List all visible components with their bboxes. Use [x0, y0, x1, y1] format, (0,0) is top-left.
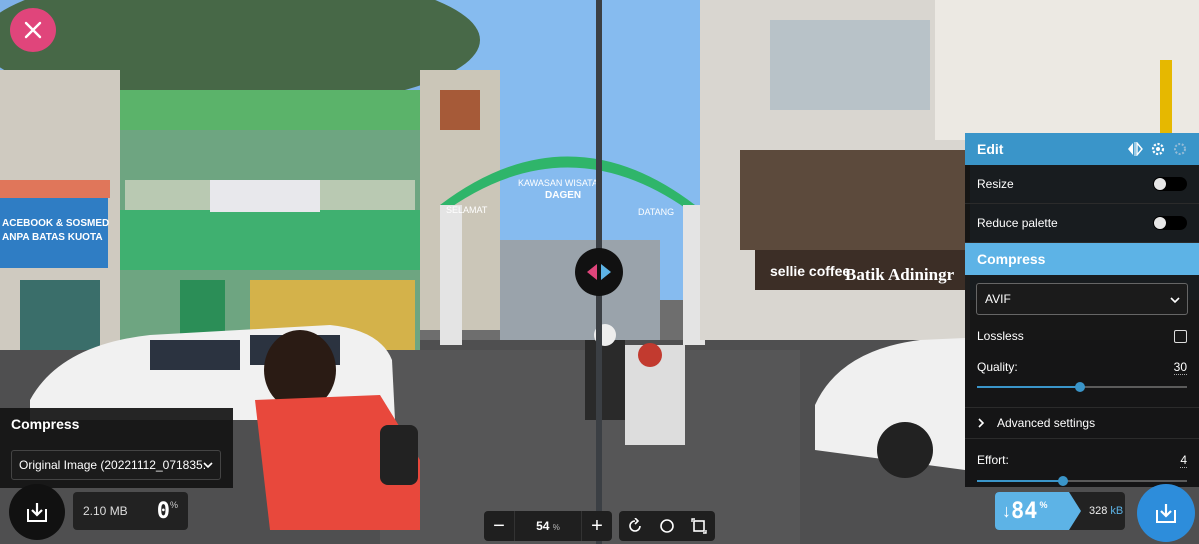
effort-slider-thumb[interactable]: [1058, 476, 1069, 486]
reduction-percent: 84: [1011, 498, 1038, 524]
codec-select[interactable]: AVIF: [976, 283, 1188, 315]
reduction-percent-unit: %: [1039, 500, 1048, 510]
quality-value[interactable]: 30: [1173, 360, 1187, 375]
effort-label: Effort:: [977, 453, 1009, 467]
resize-label: Resize: [977, 177, 1014, 191]
close-icon: [24, 21, 42, 39]
arrow-left-icon: [587, 264, 597, 280]
quality-row: Quality: 30: [965, 357, 1199, 377]
effort-value[interactable]: 4: [1180, 453, 1187, 468]
original-size: 2.10 MB: [83, 504, 128, 518]
view-tools: [619, 511, 715, 541]
quality-label: Quality:: [977, 360, 1018, 374]
resize-toggle[interactable]: [1153, 177, 1187, 191]
arch-text-top: KAWASAN WISATA: [518, 178, 598, 188]
background-toggle-button[interactable]: [653, 512, 681, 540]
cafe-sign-text: sellie coffee: [770, 263, 850, 279]
chevron-down-icon: [1170, 297, 1180, 304]
download-original-button[interactable]: [9, 484, 65, 540]
right-options-panel: Edit Resize Reduce palette Compress AVIF…: [965, 133, 1199, 487]
arch-text-right: DATANG: [638, 207, 674, 217]
fit-view-button[interactable]: [685, 512, 713, 540]
original-percent: 0: [156, 498, 170, 524]
left-format-select[interactable]: Original Image (20221112_071835.: [11, 450, 221, 480]
quality-slider-thumb[interactable]: [1074, 382, 1085, 392]
advanced-settings-label: Advanced settings: [997, 416, 1096, 430]
result-size-value: 328: [1089, 505, 1108, 517]
arch-text-mid: DAGEN: [545, 190, 581, 201]
original-percent-unit: %: [169, 500, 178, 510]
rotate-button[interactable]: [621, 512, 649, 540]
lossless-label: Lossless: [977, 329, 1024, 343]
download-compressed-button[interactable]: [1137, 484, 1195, 542]
rotate-icon: [629, 518, 641, 532]
zoom-unit: %: [552, 523, 560, 532]
zoom-value: 54: [536, 519, 550, 533]
lossless-checkbox[interactable]: [1174, 329, 1187, 343]
edit-header: Edit: [965, 133, 1199, 165]
crop-icon: [691, 518, 707, 534]
download-icon: [1156, 504, 1176, 523]
left-format-value: Original Image (20221112_071835.: [19, 458, 207, 472]
result-size: 328 kB: [1089, 505, 1123, 517]
arch-text-left: SELAMAT: [446, 205, 488, 215]
shop-sign-text-2: ANPA BATAS KUOTA: [2, 232, 103, 243]
compress-title: Compress: [965, 243, 1199, 275]
shop-sign-text-1: ACEBOOK & SOSMED: [2, 218, 109, 229]
lossless-row[interactable]: Lossless: [965, 315, 1199, 357]
zoom-out-button[interactable]: −: [484, 511, 514, 541]
result-size-unit: kB: [1110, 505, 1124, 517]
arrow-right-icon: [601, 264, 611, 280]
reduce-palette-label: Reduce palette: [977, 216, 1058, 230]
result-size-box: ↓ 84 % 328 kB: [995, 492, 1125, 530]
left-options-panel: Compress Original Image (20221112_071835…: [0, 408, 233, 488]
zoom-in-button[interactable]: +: [582, 511, 612, 541]
zoom-controls: − 54 % +: [484, 511, 612, 541]
reduce-palette-row[interactable]: Reduce palette: [965, 204, 1199, 243]
chevron-down-icon: [203, 462, 213, 469]
effort-row: Effort: 4: [965, 445, 1199, 475]
quality-slider[interactable]: [977, 381, 1187, 393]
advanced-settings-toggle[interactable]: Advanced settings: [965, 407, 1199, 439]
zoom-level[interactable]: 54 %: [514, 511, 582, 541]
reduce-palette-toggle[interactable]: [1153, 216, 1187, 230]
circle-icon: [660, 519, 674, 533]
copy-settings-icon[interactable]: [1127, 142, 1143, 156]
split-handle[interactable]: [575, 248, 623, 296]
save-settings-icon[interactable]: [1173, 142, 1187, 156]
chevron-right-icon: [978, 418, 985, 428]
size-reduction-badge: ↓ 84 %: [995, 492, 1081, 530]
original-size-box: 2.10 MB 0 %: [73, 492, 188, 530]
close-button[interactable]: [10, 8, 56, 52]
download-icon: [27, 503, 47, 522]
settings-icon[interactable]: [1151, 142, 1165, 156]
resize-row[interactable]: Resize: [965, 165, 1199, 204]
codec-value: AVIF: [985, 292, 1011, 306]
left-panel-title: Compress: [11, 416, 80, 432]
batik-sign-text: Batik Adiningr: [845, 265, 955, 284]
reduction-arrow: ↓: [1002, 500, 1011, 521]
edit-title: Edit: [977, 141, 1004, 157]
